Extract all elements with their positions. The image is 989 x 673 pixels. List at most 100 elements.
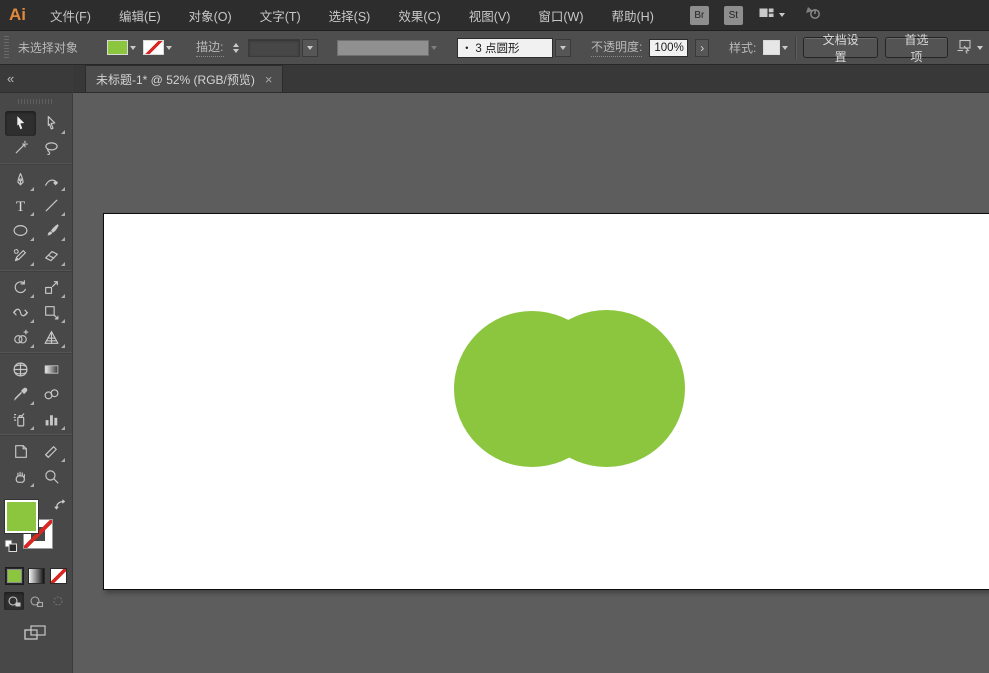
stepper-up-icon[interactable] xyxy=(233,43,239,47)
tool-groups: T xyxy=(0,110,72,490)
draw-behind-icon[interactable] xyxy=(26,592,46,610)
paintbrush-tool[interactable] xyxy=(36,218,67,243)
default-fill-stroke-icon[interactable] xyxy=(4,539,18,558)
stroke-color-picker[interactable] xyxy=(143,40,172,55)
stock-icon[interactable]: St xyxy=(724,6,743,25)
document-setup-button[interactable]: 文档设置 xyxy=(803,37,878,58)
fill-indicator[interactable] xyxy=(5,500,38,533)
pen-tool[interactable] xyxy=(5,168,36,193)
canvas-circle-2[interactable] xyxy=(528,310,685,467)
opacity-expand-button[interactable]: › xyxy=(695,39,709,57)
draw-normal-icon[interactable] xyxy=(4,592,24,610)
style-picker[interactable] xyxy=(763,40,788,55)
type-tool[interactable]: T xyxy=(5,193,36,218)
panel-drag-handle[interactable] xyxy=(18,99,54,104)
tool-group-1: T xyxy=(0,164,72,269)
selection-icon xyxy=(12,115,29,132)
scale-tool[interactable] xyxy=(36,275,67,300)
menu-item-7[interactable]: 窗口(W) xyxy=(524,0,597,30)
artboard-tool[interactable] xyxy=(5,439,36,464)
opacity-label[interactable]: 不透明度: xyxy=(591,38,642,57)
separator xyxy=(795,36,796,60)
magic-wand-icon xyxy=(12,140,29,157)
stroke-weight-label[interactable]: 描边: xyxy=(196,38,223,57)
workspace-switcher[interactable] xyxy=(758,5,785,26)
blend-tool[interactable] xyxy=(36,382,67,407)
close-tab-icon[interactable]: × xyxy=(265,73,273,86)
gradient-icon xyxy=(43,361,60,378)
sync-status-icon[interactable] xyxy=(800,4,822,27)
preferences-button[interactable]: 首选项 xyxy=(885,37,948,58)
slice-tool[interactable] xyxy=(36,439,67,464)
pencil-tool[interactable] xyxy=(5,243,36,268)
none-chip[interactable] xyxy=(50,568,67,584)
free-transform-tool[interactable] xyxy=(36,300,67,325)
fill-swatch[interactable] xyxy=(107,40,128,55)
pasteboard[interactable] xyxy=(73,93,989,673)
collapse-panel-button[interactable]: « xyxy=(7,74,14,84)
curvature-tool[interactable] xyxy=(36,168,67,193)
menu-item-8[interactable]: 帮助(H) xyxy=(598,0,668,30)
document-tab[interactable]: 未标题-1* @ 52% (RGB/预览) × xyxy=(85,65,283,92)
width-tool[interactable] xyxy=(5,300,36,325)
width-icon xyxy=(12,304,29,321)
brush-name: 3 点圆形 xyxy=(475,40,519,56)
menu-item-6[interactable]: 视图(V) xyxy=(455,0,525,30)
menu-bar: Ai 文件(F)编辑(E)对象(O)文字(T)选择(S)效果(C)视图(V)窗口… xyxy=(0,0,989,30)
menu-item-1[interactable]: 编辑(E) xyxy=(105,0,175,30)
control-panel-options[interactable] xyxy=(955,38,983,58)
zoom-tool[interactable] xyxy=(36,464,67,489)
menu-item-2[interactable]: 对象(O) xyxy=(175,0,246,30)
opacity-field[interactable]: 100% xyxy=(649,39,688,57)
slice-icon xyxy=(43,443,60,460)
chevron-down-icon xyxy=(560,46,566,50)
brush-dropdown-button[interactable] xyxy=(555,39,571,57)
rotate-tool[interactable] xyxy=(5,275,36,300)
line-segment-tool[interactable] xyxy=(36,193,67,218)
eraser-tool[interactable] xyxy=(36,243,67,268)
ellipse-tool[interactable] xyxy=(5,218,36,243)
mesh-icon xyxy=(12,361,29,378)
gradient-tool[interactable] xyxy=(36,357,67,382)
draw-inside-icon[interactable] xyxy=(48,592,68,610)
stroke-weight-dropdown[interactable] xyxy=(248,39,318,57)
swap-fill-stroke-icon[interactable] xyxy=(53,498,66,516)
stroke-none-swatch[interactable] xyxy=(143,40,164,55)
stroke-weight-stepper[interactable] xyxy=(231,43,241,53)
color-chip[interactable] xyxy=(6,568,23,584)
selection-tool[interactable] xyxy=(5,111,36,136)
symbol-sprayer-tool[interactable] xyxy=(5,407,36,432)
symbol-sprayer-icon xyxy=(12,411,29,428)
column-graph-tool[interactable] xyxy=(36,407,67,432)
chevron-down-icon xyxy=(307,46,313,50)
eyedropper-tool[interactable] xyxy=(5,382,36,407)
change-screen-mode-icon[interactable] xyxy=(0,622,72,644)
gradient-chip[interactable] xyxy=(28,568,45,584)
menu-item-3[interactable]: 文字(T) xyxy=(246,0,315,30)
brush-definition[interactable]: • 3 点圆形 xyxy=(457,38,571,58)
panel-grip[interactable] xyxy=(4,36,9,60)
stroke-weight-field[interactable] xyxy=(248,39,300,57)
column-graph-icon xyxy=(43,411,60,428)
magic-wand-tool[interactable] xyxy=(5,136,36,161)
brush-combo[interactable]: • 3 点圆形 xyxy=(457,38,553,58)
menu-item-4[interactable]: 选择(S) xyxy=(315,0,385,30)
menu-item-0[interactable]: 文件(F) xyxy=(36,0,105,30)
shape-builder-tool[interactable] xyxy=(5,325,36,350)
direct-selection-tool[interactable] xyxy=(36,111,67,136)
tool-group-0 xyxy=(0,110,72,162)
artboard-icon xyxy=(12,443,29,460)
drawing-modes xyxy=(0,592,72,610)
hand-tool[interactable] xyxy=(5,464,36,489)
curvature-icon xyxy=(43,172,60,189)
menu-item-5[interactable]: 效果(C) xyxy=(384,0,454,30)
lasso-tool[interactable] xyxy=(36,136,67,161)
line-segment-icon xyxy=(43,197,60,214)
mesh-tool[interactable] xyxy=(5,357,36,382)
bridge-icon[interactable]: Br xyxy=(690,6,709,25)
dropdown-button[interactable] xyxy=(302,39,318,57)
perspective-grid-tool[interactable] xyxy=(36,325,67,350)
stepper-down-icon[interactable] xyxy=(233,49,239,53)
fill-color-picker[interactable] xyxy=(107,40,136,55)
style-swatch[interactable] xyxy=(763,40,780,55)
